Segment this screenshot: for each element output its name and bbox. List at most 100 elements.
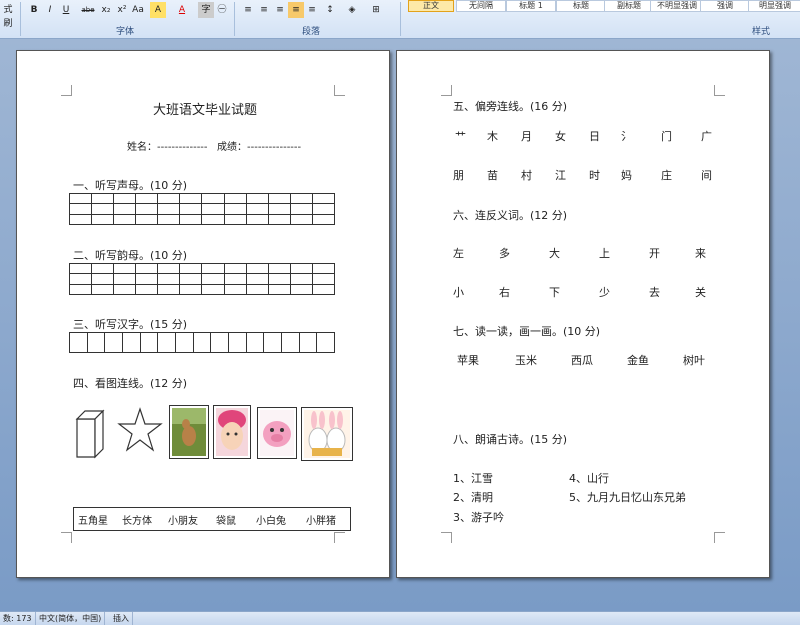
draw-word: 西瓜	[571, 354, 593, 367]
radical-item: 艹	[455, 130, 466, 143]
font-group-label: 字体	[116, 27, 135, 37]
underline-button[interactable]: U	[58, 2, 74, 18]
antonym-word: 下	[549, 286, 560, 299]
word-five-point-star: 五角星	[78, 516, 108, 527]
change-case-button[interactable]: Aa	[130, 2, 146, 18]
word-box: 五角星 长方体 小朋友 袋鼠 小白兔 小胖猪	[73, 507, 351, 531]
borders-icon[interactable]: ⊞	[368, 2, 384, 18]
ribbon-separator	[400, 2, 401, 36]
radical-word: 间	[701, 169, 712, 182]
style-subtitle[interactable]: 副标题	[604, 0, 654, 12]
margin-mark	[714, 85, 725, 96]
draw-word: 苹果	[457, 354, 479, 367]
ribbon: 式刷 B I U abe x₂ x² Aa A A 字 ㊀ 字体 ≡ ≡ ≡ ≡…	[0, 0, 800, 39]
subscript-button[interactable]: x₂	[98, 2, 114, 18]
styles-group-label: 样式	[752, 27, 771, 37]
bold-button[interactable]: B	[26, 2, 42, 18]
pig-toy-photo	[257, 407, 297, 459]
radical-word: 江	[555, 169, 566, 182]
word-count[interactable]: 数: 173	[0, 612, 36, 625]
style-title[interactable]: 标题	[556, 0, 606, 12]
style-heading1[interactable]: 标题 1	[506, 0, 556, 12]
writing-grid-3	[69, 332, 335, 353]
margin-mark	[714, 532, 725, 543]
page-2[interactable]: 五、偏旁连线。(16 分) 艹 木 月 女 日 氵 门 广 朋 苗 村 江 时 …	[396, 50, 770, 578]
align-left-icon[interactable]: ≡	[240, 2, 256, 18]
radical-word: 庄	[661, 169, 672, 182]
style-emphasis[interactable]: 强调	[700, 0, 750, 12]
page-1[interactable]: 大班语文毕业试题 姓名：-------------- 成绩：----------…	[16, 50, 390, 578]
margin-mark	[61, 532, 72, 543]
antonym-word: 去	[649, 286, 660, 299]
radical-item: 月	[521, 130, 532, 143]
line-spacing-icon[interactable]: ↕	[322, 2, 338, 18]
status-bar: 数: 173 中文(简体，中国) 插入	[0, 611, 800, 625]
strikethrough-button[interactable]: abe	[80, 2, 96, 18]
draw-word: 树叶	[683, 354, 705, 367]
enclose-chars-icon[interactable]: ㊀	[214, 2, 230, 18]
distributed-icon[interactable]: ≡	[304, 2, 320, 18]
draw-word: 金鱼	[627, 354, 649, 367]
font-color-button[interactable]: A	[174, 2, 190, 18]
antonym-word: 多	[499, 247, 510, 260]
radical-word: 时	[589, 169, 600, 182]
antonym-word: 小	[453, 286, 464, 299]
language-indicator[interactable]: 中文(简体，中国)	[36, 612, 106, 625]
format-painter-button[interactable]: 式刷	[0, 2, 16, 29]
shading-icon[interactable]: ◈	[344, 2, 360, 18]
margin-mark	[61, 85, 72, 96]
writing-grid-2	[68, 262, 336, 296]
poem-item: 5、九月九日忆山东兄弟	[569, 491, 686, 504]
style-subtle-emphasis[interactable]: 不明显强调	[650, 0, 704, 12]
section-7-heading: 七、读一读，画一画。(10 分)	[453, 325, 601, 338]
draw-word: 玉米	[515, 354, 537, 367]
margin-mark	[334, 532, 345, 543]
paragraph-group-label: 段落	[302, 27, 321, 37]
margin-mark	[441, 532, 452, 543]
section-2-heading: 二、听写韵母。(10 分)	[73, 249, 188, 262]
cuboid-icon	[75, 409, 105, 459]
highlight-color-button[interactable]: A	[150, 2, 166, 18]
score-line: 成绩：---------------	[217, 142, 302, 153]
radical-word: 朋	[453, 169, 464, 182]
antonym-word: 关	[695, 286, 706, 299]
ribbon-separator	[234, 2, 235, 36]
star-icon	[117, 407, 163, 452]
italic-button[interactable]: I	[42, 2, 58, 18]
section-5-heading: 五、偏旁连线。(16 分)	[453, 100, 568, 113]
bunny-toys-photo	[301, 407, 353, 461]
antonym-word: 少	[599, 286, 610, 299]
antonym-word: 大	[549, 247, 560, 260]
section-8-heading: 八、朗诵古诗。(15 分)	[453, 433, 568, 446]
radical-word: 村	[521, 169, 532, 182]
baby-photo	[213, 405, 251, 459]
style-normal[interactable]: 正文	[408, 0, 454, 12]
radical-item: 广	[701, 130, 712, 143]
antonym-word: 左	[453, 247, 464, 260]
word-little-pig: 小胖猪	[306, 516, 336, 527]
insert-mode-indicator[interactable]: 插入	[110, 612, 133, 625]
section-3-heading: 三、听写汉字。(15 分)	[73, 318, 188, 331]
word-kangaroo: 袋鼠	[216, 516, 236, 527]
justify-icon[interactable]: ≡	[288, 2, 304, 18]
radical-item: 女	[555, 130, 566, 143]
word-white-rabbit: 小白兔	[256, 516, 286, 527]
margin-mark	[441, 85, 452, 96]
exam-title: 大班语文毕业试题	[153, 103, 258, 118]
antonym-word: 右	[499, 286, 510, 299]
superscript-button[interactable]: x²	[114, 2, 130, 18]
style-intense-emphasis[interactable]: 明显强调	[748, 0, 800, 12]
align-right-icon[interactable]: ≡	[272, 2, 288, 18]
word-child: 小朋友	[168, 516, 198, 527]
word-cuboid: 长方体	[122, 516, 152, 527]
section-4-heading: 四、看图连线。(12 分)	[73, 377, 188, 390]
radical-word: 苗	[487, 169, 498, 182]
antonym-word: 开	[649, 247, 660, 260]
char-shading-button[interactable]: 字	[198, 2, 214, 18]
poem-item: 2、清明	[453, 491, 493, 504]
kangaroo-photo	[169, 405, 209, 459]
style-no-spacing[interactable]: 无间隔	[456, 0, 506, 12]
radical-word: 妈	[621, 169, 632, 182]
antonym-word: 上	[599, 247, 610, 260]
align-center-icon[interactable]: ≡	[256, 2, 272, 18]
